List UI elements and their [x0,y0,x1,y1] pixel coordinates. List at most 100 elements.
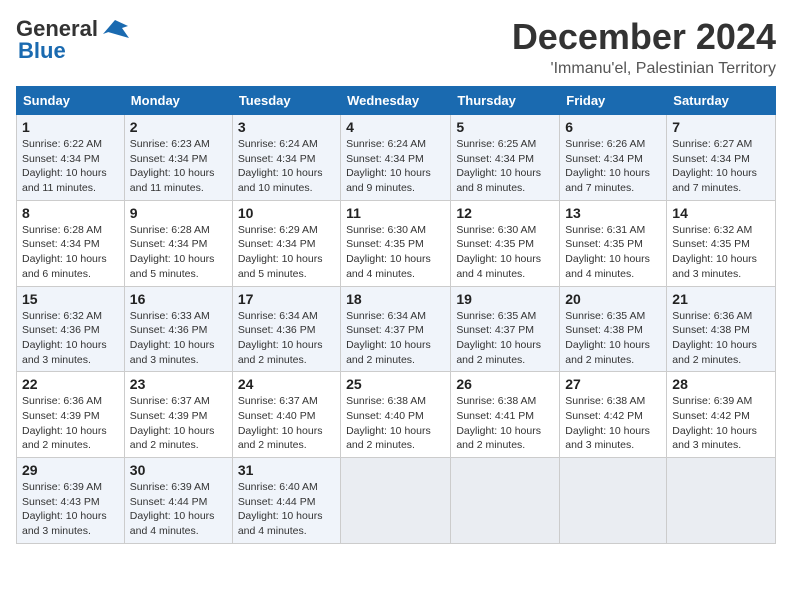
day-info: Sunrise: 6:36 AM Sunset: 4:39 PM Dayligh… [22,394,119,453]
calendar-day-cell: 26 Sunrise: 6:38 AM Sunset: 4:41 PM Dayl… [451,372,560,458]
calendar-week-row: 8 Sunrise: 6:28 AM Sunset: 4:34 PM Dayli… [17,200,776,286]
calendar-day-cell: 1 Sunrise: 6:22 AM Sunset: 4:34 PM Dayli… [17,115,125,201]
calendar-day-cell: 3 Sunrise: 6:24 AM Sunset: 4:34 PM Dayli… [232,115,340,201]
calendar-day-cell: 15 Sunrise: 6:32 AM Sunset: 4:36 PM Dayl… [17,286,125,372]
day-info: Sunrise: 6:24 AM Sunset: 4:34 PM Dayligh… [238,137,335,196]
day-number: 12 [456,205,554,221]
day-info: Sunrise: 6:30 AM Sunset: 4:35 PM Dayligh… [346,223,445,282]
logo-blue: Blue [18,38,66,64]
day-info: Sunrise: 6:35 AM Sunset: 4:37 PM Dayligh… [456,309,554,368]
day-info: Sunrise: 6:28 AM Sunset: 4:34 PM Dayligh… [22,223,119,282]
day-number: 5 [456,119,554,135]
day-info: Sunrise: 6:28 AM Sunset: 4:34 PM Dayligh… [130,223,227,282]
day-number: 29 [22,462,119,478]
day-of-week-header: Thursday [451,87,560,115]
day-number: 13 [565,205,661,221]
day-number: 14 [672,205,770,221]
calendar-day-cell: 29 Sunrise: 6:39 AM Sunset: 4:43 PM Dayl… [17,458,125,544]
logo: General Blue [16,16,130,64]
calendar-day-cell: 31 Sunrise: 6:40 AM Sunset: 4:44 PM Dayl… [232,458,340,544]
day-info: Sunrise: 6:23 AM Sunset: 4:34 PM Dayligh… [130,137,227,196]
calendar-day-cell: 23 Sunrise: 6:37 AM Sunset: 4:39 PM Dayl… [124,372,232,458]
day-number: 18 [346,291,445,307]
calendar-day-cell: 7 Sunrise: 6:27 AM Sunset: 4:34 PM Dayli… [667,115,776,201]
calendar-week-row: 22 Sunrise: 6:36 AM Sunset: 4:39 PM Dayl… [17,372,776,458]
day-info: Sunrise: 6:40 AM Sunset: 4:44 PM Dayligh… [238,480,335,539]
day-number: 6 [565,119,661,135]
day-number: 11 [346,205,445,221]
day-number: 1 [22,119,119,135]
day-info: Sunrise: 6:26 AM Sunset: 4:34 PM Dayligh… [565,137,661,196]
day-info: Sunrise: 6:38 AM Sunset: 4:42 PM Dayligh… [565,394,661,453]
day-number: 16 [130,291,227,307]
calendar-week-row: 29 Sunrise: 6:39 AM Sunset: 4:43 PM Dayl… [17,458,776,544]
calendar-day-cell: 30 Sunrise: 6:39 AM Sunset: 4:44 PM Dayl… [124,458,232,544]
day-of-week-header: Sunday [17,87,125,115]
day-info: Sunrise: 6:39 AM Sunset: 4:42 PM Dayligh… [672,394,770,453]
day-number: 3 [238,119,335,135]
calendar-day-cell: 5 Sunrise: 6:25 AM Sunset: 4:34 PM Dayli… [451,115,560,201]
page-header: General Blue December 2024 'Immanu'el, P… [16,16,776,78]
day-of-week-header: Friday [560,87,667,115]
day-number: 10 [238,205,335,221]
day-info: Sunrise: 6:39 AM Sunset: 4:44 PM Dayligh… [130,480,227,539]
day-number: 25 [346,376,445,392]
day-number: 2 [130,119,227,135]
day-info: Sunrise: 6:25 AM Sunset: 4:34 PM Dayligh… [456,137,554,196]
day-number: 4 [346,119,445,135]
calendar-day-cell: 24 Sunrise: 6:37 AM Sunset: 4:40 PM Dayl… [232,372,340,458]
calendar-day-cell: 8 Sunrise: 6:28 AM Sunset: 4:34 PM Dayli… [17,200,125,286]
day-number: 30 [130,462,227,478]
day-number: 20 [565,291,661,307]
calendar-day-cell: 12 Sunrise: 6:30 AM Sunset: 4:35 PM Dayl… [451,200,560,286]
day-info: Sunrise: 6:22 AM Sunset: 4:34 PM Dayligh… [22,137,119,196]
calendar-week-row: 15 Sunrise: 6:32 AM Sunset: 4:36 PM Dayl… [17,286,776,372]
calendar-day-cell: 14 Sunrise: 6:32 AM Sunset: 4:35 PM Dayl… [667,200,776,286]
day-info: Sunrise: 6:27 AM Sunset: 4:34 PM Dayligh… [672,137,770,196]
calendar-day-cell [341,458,451,544]
day-info: Sunrise: 6:31 AM Sunset: 4:35 PM Dayligh… [565,223,661,282]
day-number: 19 [456,291,554,307]
calendar-day-cell [560,458,667,544]
location-title: 'Immanu'el, Palestinian Territory [512,60,776,78]
title-area: December 2024 'Immanu'el, Palestinian Te… [512,16,776,78]
day-info: Sunrise: 6:36 AM Sunset: 4:38 PM Dayligh… [672,309,770,368]
day-info: Sunrise: 6:32 AM Sunset: 4:36 PM Dayligh… [22,309,119,368]
calendar-day-cell: 16 Sunrise: 6:33 AM Sunset: 4:36 PM Dayl… [124,286,232,372]
day-info: Sunrise: 6:33 AM Sunset: 4:36 PM Dayligh… [130,309,227,368]
calendar-day-cell: 6 Sunrise: 6:26 AM Sunset: 4:34 PM Dayli… [560,115,667,201]
calendar-header-row: SundayMondayTuesdayWednesdayThursdayFrid… [17,87,776,115]
day-info: Sunrise: 6:39 AM Sunset: 4:43 PM Dayligh… [22,480,119,539]
day-info: Sunrise: 6:38 AM Sunset: 4:41 PM Dayligh… [456,394,554,453]
day-of-week-header: Monday [124,87,232,115]
day-number: 8 [22,205,119,221]
logo-bird-icon [100,18,130,40]
calendar-day-cell: 18 Sunrise: 6:34 AM Sunset: 4:37 PM Dayl… [341,286,451,372]
day-info: Sunrise: 6:35 AM Sunset: 4:38 PM Dayligh… [565,309,661,368]
day-info: Sunrise: 6:29 AM Sunset: 4:34 PM Dayligh… [238,223,335,282]
day-of-week-header: Tuesday [232,87,340,115]
day-number: 24 [238,376,335,392]
day-number: 21 [672,291,770,307]
calendar-day-cell: 2 Sunrise: 6:23 AM Sunset: 4:34 PM Dayli… [124,115,232,201]
day-number: 28 [672,376,770,392]
day-info: Sunrise: 6:30 AM Sunset: 4:35 PM Dayligh… [456,223,554,282]
calendar-day-cell: 25 Sunrise: 6:38 AM Sunset: 4:40 PM Dayl… [341,372,451,458]
calendar-day-cell: 27 Sunrise: 6:38 AM Sunset: 4:42 PM Dayl… [560,372,667,458]
day-number: 27 [565,376,661,392]
day-info: Sunrise: 6:37 AM Sunset: 4:39 PM Dayligh… [130,394,227,453]
calendar-day-cell: 11 Sunrise: 6:30 AM Sunset: 4:35 PM Dayl… [341,200,451,286]
calendar-day-cell: 13 Sunrise: 6:31 AM Sunset: 4:35 PM Dayl… [560,200,667,286]
day-number: 26 [456,376,554,392]
month-title: December 2024 [512,16,776,58]
day-info: Sunrise: 6:38 AM Sunset: 4:40 PM Dayligh… [346,394,445,453]
calendar-day-cell: 22 Sunrise: 6:36 AM Sunset: 4:39 PM Dayl… [17,372,125,458]
calendar-day-cell [451,458,560,544]
day-info: Sunrise: 6:37 AM Sunset: 4:40 PM Dayligh… [238,394,335,453]
calendar-day-cell: 17 Sunrise: 6:34 AM Sunset: 4:36 PM Dayl… [232,286,340,372]
calendar-day-cell: 4 Sunrise: 6:24 AM Sunset: 4:34 PM Dayli… [341,115,451,201]
calendar-table: SundayMondayTuesdayWednesdayThursdayFrid… [16,86,776,544]
day-number: 7 [672,119,770,135]
calendar-day-cell [667,458,776,544]
day-number: 31 [238,462,335,478]
